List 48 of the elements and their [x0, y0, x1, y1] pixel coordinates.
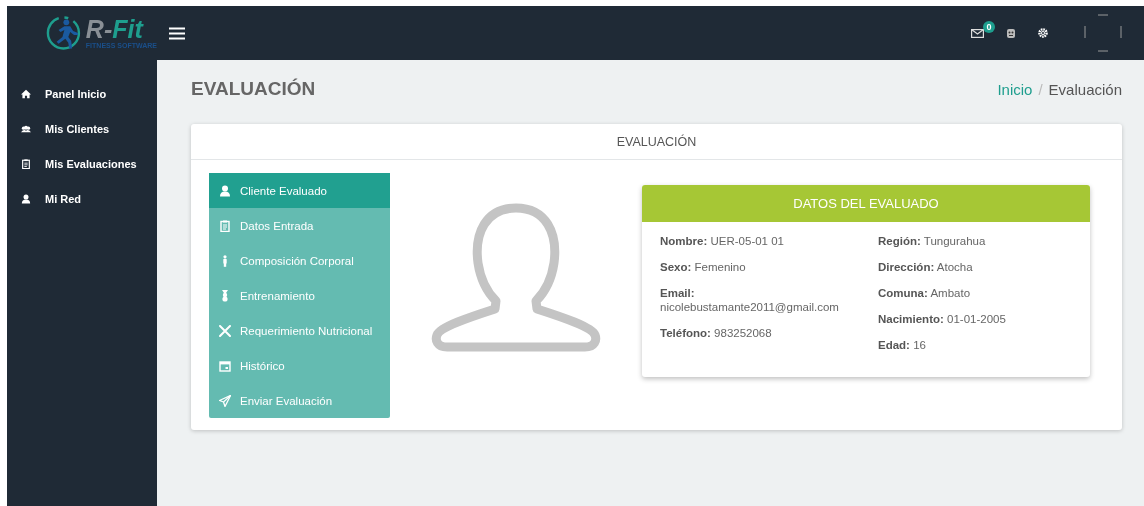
section-tab[interactable]: Enviar Evaluación [209, 383, 390, 418]
page-title: EVALUACIÓN [191, 78, 316, 100]
detail-field: Sexo: Femenino [660, 260, 860, 274]
section-tab[interactable]: Datos Entrada [209, 208, 390, 243]
detail-field: Teléfono: 983252068 [660, 326, 860, 340]
sidebar-item[interactable]: Mi Red [7, 181, 157, 216]
detail-field: Dirección: Atocha [878, 260, 1072, 274]
section-tab[interactable]: Histórico [209, 348, 390, 383]
people-icon [21, 123, 31, 134]
paper-plane-icon [219, 394, 231, 407]
section-tab[interactable]: Cliente Evaluado [209, 173, 390, 208]
mascot-icon [1006, 27, 1016, 39]
settings-button[interactable] [1038, 28, 1048, 38]
panel-title: DATOS DEL EVALUADO [642, 185, 1090, 222]
menu-icon [169, 26, 185, 40]
user-icon [21, 193, 31, 204]
house-icon [21, 88, 31, 99]
breadcrumb-current: Evaluación [1048, 80, 1122, 98]
calendar-icon [219, 359, 231, 372]
medal-icon [219, 289, 231, 302]
section-tab[interactable]: Composición Corporal [209, 243, 390, 278]
messages-button[interactable] [971, 28, 984, 38]
settings-icon [1038, 28, 1048, 38]
clipboard-icon [21, 158, 31, 169]
sidebar-item[interactable]: Panel Inicio [7, 76, 157, 111]
cross-icon [219, 324, 231, 337]
clipboard-icon [219, 219, 231, 232]
envelope-icon [971, 28, 984, 38]
detail-field: Edad: 16 [878, 338, 1072, 352]
sidebar-item[interactable]: Mis Evaluaciones [7, 146, 157, 181]
user-icon [219, 184, 231, 197]
breadcrumb-separator: / [1038, 80, 1043, 98]
runner-logo-icon [45, 14, 82, 52]
user-silhouette-icon [431, 203, 601, 353]
sidebar-item[interactable]: Mis Clientes [7, 111, 157, 146]
brand-name: R-Fit [85, 17, 145, 40]
detail-field: Nombre: UER-05-01 01 [660, 234, 860, 248]
detail-field: Nacimiento: 01-01-2005 [878, 312, 1072, 326]
breadcrumb-link[interactable]: Inicio [997, 80, 1033, 98]
card-title: EVALUACIÓN [191, 124, 1122, 160]
tasks-button[interactable] [1006, 27, 1016, 39]
detail-field: Comuna: Ambato [878, 286, 1072, 300]
detail-field: Región: Tungurahua [878, 234, 1072, 248]
section-tab[interactable]: Requerimiento Nutricional [209, 313, 390, 348]
avatar-placeholder-icon [1084, 14, 1122, 52]
detail-field: Email: nicolebustamante2011@gmail.com [660, 286, 860, 314]
message-count-badge: 0 [983, 20, 995, 33]
section-tab[interactable]: Entrenamiento [209, 278, 390, 313]
